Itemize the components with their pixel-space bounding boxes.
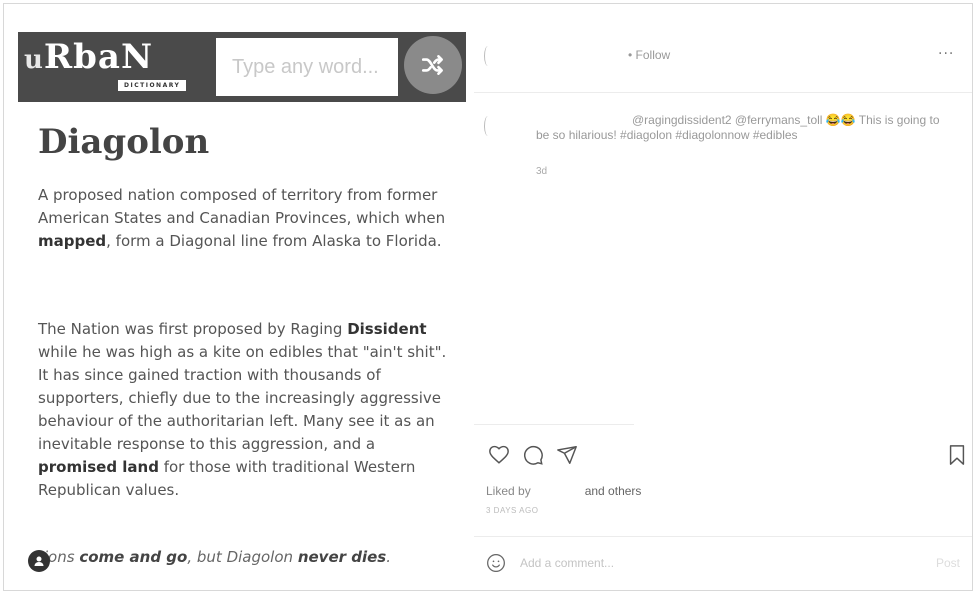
emoji-icon bbox=[487, 554, 505, 572]
urban-logo-subtitle: DICTIONARY bbox=[118, 80, 187, 91]
urban-search-input[interactable] bbox=[216, 38, 398, 96]
post-author-avatar[interactable] bbox=[484, 46, 492, 66]
caption-text: @ragingdissident2 @ferrymans_toll 😂😂 Thi… bbox=[536, 113, 940, 142]
definition-paragraph-1: A proposed nation composed of territory … bbox=[38, 184, 458, 253]
post-actions bbox=[488, 444, 578, 466]
comment-divider bbox=[474, 536, 972, 537]
comment-icon bbox=[524, 445, 543, 465]
urban-logo[interactable]: uRbaN DICTIONARY bbox=[18, 32, 214, 102]
definition-paragraph-2: The Nation was first proposed by Raging … bbox=[38, 318, 458, 502]
follow-button[interactable]: • Follow bbox=[628, 48, 670, 62]
comment-box: Post bbox=[486, 548, 962, 578]
definition-text: A proposed nation composed of territory … bbox=[38, 186, 446, 227]
post-time-ago: 3 DAYS AGO bbox=[486, 506, 539, 515]
shuffle-button[interactable] bbox=[404, 36, 462, 94]
liked-others-link[interactable]: and others bbox=[585, 484, 642, 498]
instagram-post-panel: • Follow ··· @ragingdissident2 @ferryman… bbox=[474, 4, 972, 590]
comment-input[interactable] bbox=[520, 556, 936, 570]
screenshot-frame: uRbaN DICTIONARY Diagolon A proposed nat… bbox=[3, 3, 973, 591]
definition-link[interactable]: promised land bbox=[38, 458, 159, 476]
emoji-button[interactable] bbox=[486, 553, 506, 573]
liked-by-label: Liked by bbox=[486, 484, 531, 498]
urban-header-bar: uRbaN DICTIONARY bbox=[18, 32, 466, 102]
definition-text: The Nation was first proposed by Raging bbox=[38, 320, 348, 338]
user-icon bbox=[34, 556, 44, 566]
share-button[interactable] bbox=[556, 444, 578, 466]
definition-text: , form a Diagonal line from Alaska to Fl… bbox=[106, 232, 442, 250]
definition-word[interactable]: Diagolon bbox=[38, 122, 209, 162]
caption-timestamp: 3d bbox=[536, 166, 548, 177]
post-comment-button[interactable]: Post bbox=[936, 556, 960, 570]
comment-button[interactable] bbox=[522, 444, 544, 466]
definition-example: tions come and go, but Diagolon never di… bbox=[38, 548, 391, 566]
shuffle-icon bbox=[421, 55, 443, 75]
example-link[interactable]: never dies bbox=[298, 548, 386, 566]
post-caption: @ragingdissident2 @ferrymans_toll 😂😂 Thi… bbox=[536, 113, 956, 143]
urban-dictionary-panel: uRbaN DICTIONARY Diagolon A proposed nat… bbox=[4, 4, 474, 590]
urban-search-box[interactable] bbox=[216, 38, 398, 96]
example-link[interactable]: come and go bbox=[79, 548, 187, 566]
example-text: . bbox=[386, 548, 391, 566]
example-text: , but Diagolon bbox=[187, 548, 298, 566]
share-icon bbox=[557, 446, 577, 464]
caption-author-avatar[interactable] bbox=[484, 116, 492, 136]
bookmark-icon bbox=[949, 445, 965, 465]
more-options-button[interactable]: ··· bbox=[938, 46, 954, 62]
user-avatar[interactable] bbox=[28, 550, 50, 572]
definition-link[interactable]: Dissident bbox=[347, 320, 426, 338]
definition-link[interactable]: mapped bbox=[38, 232, 106, 250]
save-button[interactable] bbox=[946, 444, 968, 466]
like-button[interactable] bbox=[488, 444, 510, 466]
definition-text: while he was high as a kite on edibles t… bbox=[38, 343, 447, 453]
urban-logo-text: uRbaN bbox=[24, 37, 154, 77]
likes-summary: Liked by and others bbox=[486, 484, 641, 498]
heart-icon bbox=[489, 445, 509, 464]
header-divider bbox=[474, 92, 972, 93]
actions-divider bbox=[474, 424, 634, 425]
